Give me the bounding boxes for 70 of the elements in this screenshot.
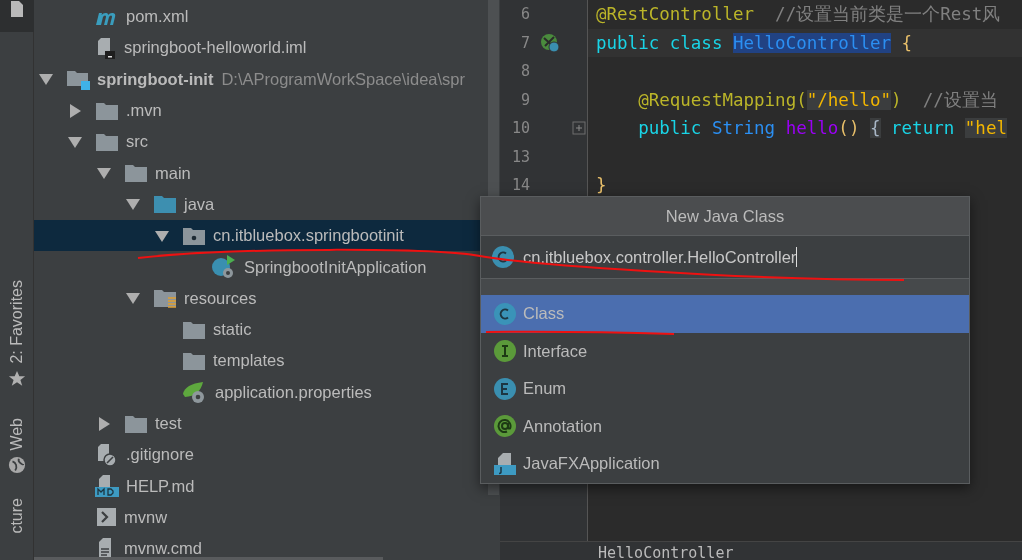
line-number: 13 — [510, 147, 530, 166]
collapse-arrow-icon[interactable] — [125, 197, 141, 212]
module-name: springboot-init — [97, 69, 214, 89]
folder-icon — [153, 193, 177, 216]
terminal-file-icon — [95, 506, 117, 529]
folder-icon — [153, 287, 177, 310]
ignored-file-icon — [95, 442, 119, 467]
code-line: } — [596, 175, 607, 196]
tree-item-label: application.properties — [215, 382, 372, 402]
folder-icon — [124, 162, 148, 185]
collapse-arrow-icon[interactable] — [67, 134, 83, 149]
tree-item-label: main — [155, 163, 191, 183]
collapse-arrow-icon[interactable] — [125, 291, 141, 306]
tree-row[interactable]: springboot-init D:\AProgramWorkSpace\idea\spr — [34, 63, 488, 95]
code-line: public class HelloController { — [596, 32, 913, 53]
tree-item-label: springboot-helloworld.iml — [124, 38, 307, 58]
tree-item-label: pom.xml — [126, 7, 189, 27]
tree-item-label: mvnw — [124, 507, 168, 527]
tree-item-label: templates — [213, 351, 285, 371]
tree-item-label: test — [155, 414, 182, 433]
tool-window-button[interactable]: cture — [7, 498, 26, 534]
line-number: 14 — [510, 176, 530, 195]
project-tool-button[interactable] — [0, 0, 34, 32]
module-folder-icon — [66, 68, 90, 91]
tree-row[interactable]: src — [34, 126, 488, 158]
class-run-icon — [211, 255, 237, 279]
interface-kind-icon — [493, 339, 517, 364]
tool-window-button[interactable]: 2: Favorites — [7, 280, 26, 388]
code-line: @RestController //设置当前类是一个Rest风 — [596, 3, 1001, 27]
file-icon — [95, 36, 117, 59]
tree-item-label: .mvn — [126, 101, 162, 121]
star-icon — [7, 369, 26, 388]
javafx-file-icon — [493, 451, 517, 476]
class-icon — [491, 245, 515, 269]
enum-kind-icon — [493, 376, 517, 401]
tree-item-label: .gitignore — [126, 445, 194, 465]
expand-arrow-icon[interactable] — [96, 416, 112, 431]
line-number: 6 — [519, 5, 530, 24]
tree-row[interactable]: mvnw.cmd — [34, 533, 488, 560]
class-gutter-icon[interactable] — [540, 32, 560, 53]
tree-row[interactable]: pom.xml — [34, 1, 488, 33]
collapse-arrow-icon[interactable] — [154, 228, 170, 243]
line-number: 8 — [519, 62, 530, 81]
module-path: D:\AProgramWorkSpace\idea\spr — [221, 69, 465, 89]
tree-item-label: cn.itbluebox.springbootinit — [213, 226, 404, 246]
code-line: public String hello() { return "hel — [637, 118, 1007, 139]
tree-row[interactable]: .mvn — [34, 94, 488, 127]
tree-row[interactable]: main — [34, 157, 488, 189]
tree-item-label: SpringbootInitApplication — [244, 257, 427, 277]
tree-item-label: HELP.md — [126, 476, 195, 496]
line-number: 9 — [519, 90, 530, 109]
popup-title: New Java Class — [481, 197, 969, 236]
tree-item-label: src — [126, 132, 148, 152]
line-number: 10 — [510, 119, 530, 138]
class-kind-icon — [493, 301, 517, 326]
tree-row[interactable]: springboot-helloworld.iml — [34, 32, 488, 64]
line-number: 7 — [519, 33, 530, 52]
collapse-arrow-icon[interactable] — [96, 166, 112, 181]
code-line: @RequestMapping("/hello") //设置当 — [637, 88, 998, 112]
tool-window-button[interactable]: Web — [7, 417, 26, 475]
tree-item-label: mvnw.cmd — [124, 539, 202, 559]
collapse-arrow-icon[interactable] — [38, 72, 54, 87]
tree-item-label: static — [213, 320, 252, 340]
markdown-file-icon — [95, 475, 119, 498]
annotation-kind-icon — [493, 414, 517, 439]
tree-item-label: java — [184, 194, 215, 214]
globe-icon — [7, 456, 26, 475]
tree-item-label: resources — [184, 288, 257, 308]
tree-row[interactable]: mvnw — [34, 501, 488, 534]
expand-arrow-icon[interactable] — [67, 103, 83, 118]
